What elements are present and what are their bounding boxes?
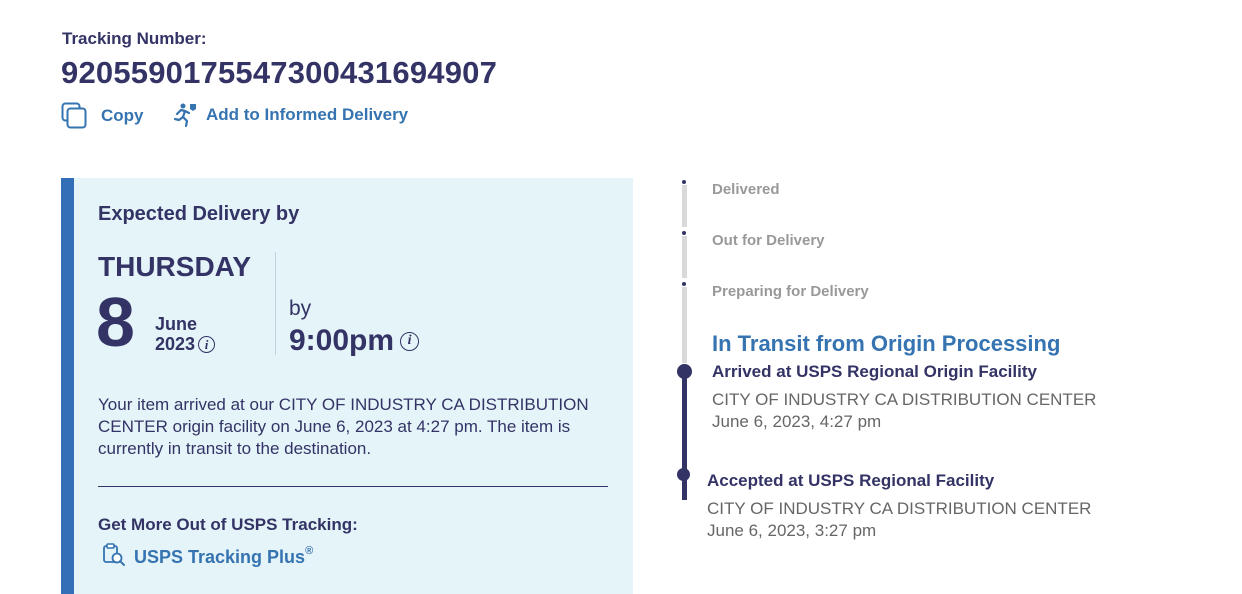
timeline-segment [682, 185, 687, 227]
info-icon[interactable]: i [198, 336, 216, 353]
event-datetime: June 6, 2023, 3:27 pm [707, 521, 877, 540]
add-informed-delivery-button[interactable]: Add to Informed Delivery [172, 102, 408, 128]
informed-delivery-icon [172, 102, 198, 128]
timeline-dot-arrived [677, 364, 692, 379]
copy-label: Copy [101, 106, 144, 125]
event-title: Accepted at USPS Regional Facility [707, 471, 995, 490]
timeline-dot-out-for-delivery [682, 231, 686, 235]
delivery-description: Your item arrived at our CITY OF INDUSTR… [98, 395, 589, 458]
delivery-month: June [155, 314, 198, 334]
event-location: CITY OF INDUSTRY CA DISTRIBUTION CENTER [712, 390, 1097, 409]
step-preparing-for-delivery: Preparing for Delivery [712, 283, 869, 300]
expected-delivery-title: Expected Delivery by [98, 203, 300, 225]
tracking-number-label: Tracking Number: [62, 29, 207, 48]
copy-button[interactable]: Copy [61, 102, 144, 130]
timeline-event-accepted: Accepted at USPS Regional Facility CITY … [707, 471, 1091, 542]
copy-icon [61, 102, 93, 130]
tracking-plus-label: USPS Tracking Plus [134, 547, 306, 567]
info-icon[interactable]: i [400, 331, 420, 351]
current-stage-title: In Transit from Origin Processing [712, 331, 1061, 356]
event-title: Arrived at USPS Regional Origin Facility [712, 362, 1037, 381]
get-more-title: Get More Out of USPS Tracking: [98, 515, 358, 534]
timeline-event-arrived: Arrived at USPS Regional Origin Facility… [712, 362, 1096, 433]
delivery-year: 2023 [155, 334, 196, 354]
event-location: CITY OF INDUSTRY CA DISTRIBUTION CENTER [707, 499, 1092, 518]
delivery-day: THURSDAY [98, 251, 251, 282]
delivery-date: 8 [96, 283, 135, 361]
usps-tracking-plus-link[interactable]: USPS Tracking Plus® [102, 543, 313, 572]
timeline-dot-accepted [677, 468, 690, 481]
timeline-dot-delivered [682, 180, 686, 184]
registered-mark: ® [305, 545, 314, 557]
delivery-time-row: 9:00pm i [289, 324, 420, 358]
date-time-divider [275, 252, 276, 355]
tracking-plus-icon [102, 543, 126, 572]
delivery-time: 9:00pm [289, 324, 395, 357]
informed-delivery-label: Add to Informed Delivery [206, 105, 409, 124]
card-accent-bar [61, 178, 74, 594]
by-label: by [289, 297, 312, 320]
step-out-for-delivery: Out for Delivery [712, 232, 825, 249]
delivery-year-row: 2023 i [155, 334, 216, 355]
timeline-segment [682, 287, 687, 363]
timeline-dot-preparing [682, 282, 686, 286]
step-delivered: Delivered [712, 181, 780, 198]
tracking-number-value: 9205590175547300431694907 [61, 55, 498, 90]
event-datetime: June 6, 2023, 4:27 pm [712, 412, 882, 431]
card-divider [98, 486, 608, 487]
timeline-segment [682, 236, 687, 278]
